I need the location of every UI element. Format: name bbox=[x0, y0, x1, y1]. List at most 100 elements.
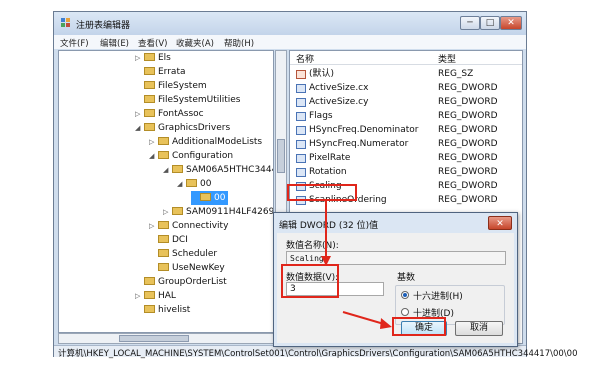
minimize-button[interactable]: ─ bbox=[460, 16, 480, 30]
window-title: 注册表编辑器 bbox=[76, 21, 131, 31]
value-row[interactable]: ActiveSize.cy REG_DWORD bbox=[290, 95, 522, 109]
title-bar: 注册表编辑器 ─ □ ✕ bbox=[54, 12, 526, 35]
expand-arrow-icon[interactable]: ▷ bbox=[149, 219, 158, 233]
tree-node[interactable]: FileSystem bbox=[135, 79, 207, 93]
expand-arrow-icon[interactable]: ▷ bbox=[135, 289, 144, 303]
values-header: 名称 类型 bbox=[290, 51, 522, 65]
tree-node[interactable]: ◢SAM06A5HTHC344417 bbox=[163, 163, 273, 177]
folder-icon bbox=[144, 123, 155, 131]
dword-value-icon bbox=[296, 168, 306, 177]
folder-icon bbox=[158, 263, 169, 271]
scroll-thumb[interactable] bbox=[119, 335, 189, 342]
cancel-button[interactable]: 取消 bbox=[455, 321, 503, 336]
menu-edit[interactable]: 编辑(E) bbox=[100, 37, 129, 49]
tree-node[interactable]: ▷SAM0911H4LF426919 bbox=[163, 205, 273, 219]
tree-node[interactable]: UseNewKey bbox=[149, 261, 225, 275]
expand-arrow-icon[interactable]: ◢ bbox=[163, 163, 172, 177]
value-row[interactable]: ActiveSize.cx REG_DWORD bbox=[290, 81, 522, 95]
value-data-input[interactable]: 3 bbox=[286, 282, 384, 296]
menu-favorites[interactable]: 收藏夹(A) bbox=[176, 37, 214, 49]
tree-node[interactable]: Errata bbox=[135, 65, 186, 79]
ok-button[interactable]: 确定 bbox=[401, 321, 447, 336]
status-path: 计算机\HKEY_LOCAL_MACHINE\SYSTEM\ControlSet… bbox=[58, 349, 578, 359]
folder-icon bbox=[158, 249, 169, 257]
tree-node[interactable]: hivelist bbox=[135, 303, 190, 317]
dword-value-icon bbox=[296, 98, 306, 107]
hex-radio[interactable] bbox=[401, 291, 409, 299]
tree-node[interactable]: ▷ FontAssoc bbox=[135, 107, 204, 121]
decimal-radio-label[interactable]: 十进制(D) bbox=[413, 306, 454, 319]
tree-node[interactable]: ◢ 00 bbox=[177, 177, 211, 191]
tree-node[interactable]: ▷ Connectivity bbox=[149, 219, 228, 233]
tree-node[interactable]: FileSystemUtilities bbox=[135, 93, 241, 107]
folder-icon bbox=[144, 81, 155, 89]
edit-dword-dialog: 编辑 DWORD (32 位)值 ✕ 数值名称(N): Scaling 数值数据… bbox=[273, 212, 518, 347]
value-row[interactable]: HSyncFreq.Numerator REG_DWORD bbox=[290, 137, 522, 151]
folder-icon bbox=[144, 95, 155, 103]
hex-radio-label[interactable]: 十六进制(H) bbox=[413, 289, 463, 302]
folder-icon bbox=[186, 179, 197, 187]
tree-node[interactable]: ▷ AdditionalModeLists bbox=[149, 135, 262, 149]
close-button[interactable]: ✕ bbox=[500, 16, 522, 30]
key-tree[interactable]: ▷ Els Errata FileSystem FileSystemUtiliti… bbox=[58, 50, 274, 333]
tree-node[interactable]: ▷ Els bbox=[135, 51, 171, 65]
folder-icon bbox=[144, 109, 155, 117]
expand-arrow-icon[interactable]: ▷ bbox=[149, 135, 158, 149]
dialog-title: 编辑 DWORD (32 位)值 bbox=[279, 221, 379, 231]
decimal-radio[interactable] bbox=[401, 308, 409, 316]
dialog-body: 数值名称(N): Scaling 数值数据(V): 3 基数 十六进制(H) 十… bbox=[277, 233, 514, 343]
dword-value-icon bbox=[296, 196, 306, 205]
folder-icon bbox=[144, 277, 155, 285]
expand-arrow-icon[interactable]: ◢ bbox=[177, 177, 186, 191]
tree-node[interactable]: ◢ Configuration bbox=[149, 149, 233, 163]
dword-value-icon bbox=[296, 154, 306, 163]
base-group-label: 基数 bbox=[397, 273, 416, 283]
column-header-name[interactable]: 名称 bbox=[296, 52, 314, 65]
expand-arrow-icon[interactable]: ▷ bbox=[163, 205, 172, 219]
menu-file[interactable]: 文件(F) bbox=[60, 37, 89, 49]
menu-help[interactable]: 帮助(H) bbox=[224, 37, 254, 49]
menu-bar: 文件(F) 编辑(E) 查看(V) 收藏夹(A) 帮助(H) bbox=[54, 35, 526, 49]
tree-node[interactable]: ◢ GraphicsDrivers bbox=[135, 121, 230, 135]
tree-horizontal-scrollbar[interactable] bbox=[58, 333, 287, 344]
dword-value-icon bbox=[296, 140, 306, 149]
tree-node-selected[interactable]: 00 bbox=[191, 191, 229, 205]
folder-icon bbox=[158, 235, 169, 243]
value-name-field: Scaling bbox=[286, 251, 506, 265]
folder-icon bbox=[144, 53, 155, 61]
expand-arrow-icon[interactable]: ▷ bbox=[135, 51, 144, 65]
value-row[interactable]: ScanlineOrdering REG_DWORD bbox=[290, 193, 522, 207]
column-header-type[interactable]: 类型 bbox=[438, 52, 456, 65]
tree-node[interactable]: DCI bbox=[149, 233, 188, 247]
value-row[interactable]: Rotation REG_DWORD bbox=[290, 165, 522, 179]
tree-node[interactable]: GroupOrderList bbox=[135, 275, 227, 289]
folder-icon bbox=[172, 207, 183, 215]
folder-icon bbox=[158, 221, 169, 229]
base-group: 十六进制(H) 十进制(D) bbox=[395, 285, 505, 325]
tree-node[interactable]: Scheduler bbox=[149, 247, 217, 261]
scroll-thumb[interactable] bbox=[277, 139, 285, 173]
value-row[interactable]: (默认) REG_SZ bbox=[290, 67, 522, 81]
value-name-label: 数值名称(N): bbox=[286, 241, 339, 251]
folder-icon bbox=[144, 305, 155, 313]
tree-node[interactable]: ▷ HAL bbox=[135, 289, 176, 303]
dialog-close-button[interactable]: ✕ bbox=[488, 216, 512, 230]
expand-arrow-icon[interactable]: ◢ bbox=[135, 121, 144, 135]
dword-value-icon bbox=[296, 182, 306, 191]
value-row[interactable]: Flags REG_DWORD bbox=[290, 109, 522, 123]
folder-icon bbox=[172, 165, 183, 173]
dword-value-icon bbox=[296, 84, 306, 93]
string-value-icon bbox=[296, 70, 306, 79]
folder-icon bbox=[200, 193, 211, 201]
expand-arrow-icon[interactable]: ▷ bbox=[135, 107, 144, 121]
value-row[interactable]: HSyncFreq.Denominator REG_DWORD bbox=[290, 123, 522, 137]
value-row-scaling[interactable]: Scaling REG_DWORD bbox=[290, 179, 522, 193]
menu-view[interactable]: 查看(V) bbox=[138, 37, 167, 49]
folder-icon bbox=[158, 137, 169, 145]
folder-icon bbox=[144, 291, 155, 299]
expand-arrow-icon[interactable]: ◢ bbox=[149, 149, 158, 163]
dword-value-icon bbox=[296, 126, 306, 135]
value-row[interactable]: PixelRate REG_DWORD bbox=[290, 151, 522, 165]
folder-icon bbox=[144, 67, 155, 75]
maximize-button[interactable]: □ bbox=[480, 16, 500, 30]
